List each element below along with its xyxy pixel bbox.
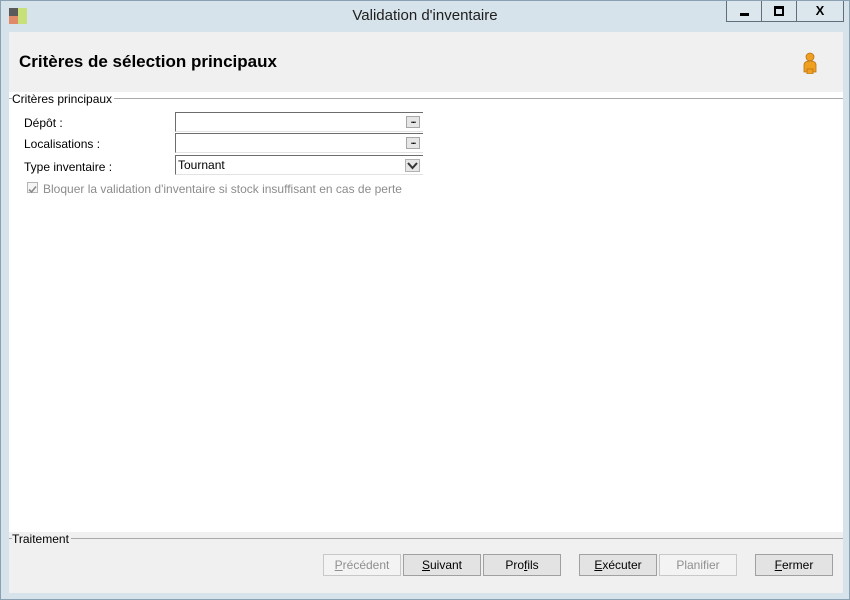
minimize-button[interactable] bbox=[726, 1, 762, 22]
group-divider-traitement bbox=[9, 538, 843, 539]
fermer-button[interactable]: Fermer bbox=[755, 554, 833, 576]
type-inventaire-label: Type inventaire : bbox=[24, 160, 113, 174]
group-label-criteres: Critères principaux bbox=[12, 92, 115, 106]
type-inventaire-select[interactable]: Tournant bbox=[175, 155, 423, 175]
minimize-icon bbox=[740, 13, 749, 16]
dialog-client: Critères de sélection principaux Critère… bbox=[9, 32, 843, 593]
close-button[interactable]: X bbox=[796, 1, 844, 22]
localisations-field[interactable]: ... bbox=[175, 133, 423, 153]
planifier-button[interactable]: Planifier bbox=[659, 554, 737, 576]
localisations-browse-button[interactable]: ... bbox=[406, 137, 420, 149]
bloquer-validation-label: Bloquer la validation d'inventaire si st… bbox=[43, 182, 402, 196]
title-bar[interactable]: Validation d'inventaire X bbox=[1, 1, 849, 31]
profils-button[interactable]: Profils bbox=[483, 554, 561, 576]
maximize-button[interactable] bbox=[761, 1, 797, 22]
maximize-icon bbox=[774, 6, 784, 16]
localisations-label: Localisations : bbox=[24, 137, 101, 151]
type-inventaire-value: Tournant bbox=[178, 158, 225, 172]
user-profile-icon[interactable] bbox=[802, 52, 818, 74]
window-title: Validation d'inventaire bbox=[352, 7, 498, 24]
chevron-down-icon[interactable] bbox=[405, 159, 420, 172]
precedent-button[interactable]: Précédent bbox=[323, 554, 401, 576]
executer-button[interactable]: Exécuter bbox=[579, 554, 657, 576]
close-icon: X bbox=[815, 3, 825, 18]
suivant-button[interactable]: Suivant bbox=[403, 554, 481, 576]
page-title: Critères de sélection principaux bbox=[19, 52, 277, 71]
group-label-traitement: Traitement bbox=[12, 532, 71, 546]
depot-browse-button[interactable]: ... bbox=[406, 116, 420, 128]
group-divider-main bbox=[9, 98, 843, 99]
bloquer-validation-checkbox[interactable] bbox=[27, 182, 38, 194]
header-band: Critères de sélection principaux bbox=[9, 32, 843, 92]
app-window: Validation d'inventaire X Critères de sé… bbox=[0, 0, 850, 600]
depot-label: Dépôt : bbox=[24, 116, 63, 130]
depot-field[interactable]: ... bbox=[175, 112, 423, 132]
checkmark-icon bbox=[28, 185, 37, 194]
